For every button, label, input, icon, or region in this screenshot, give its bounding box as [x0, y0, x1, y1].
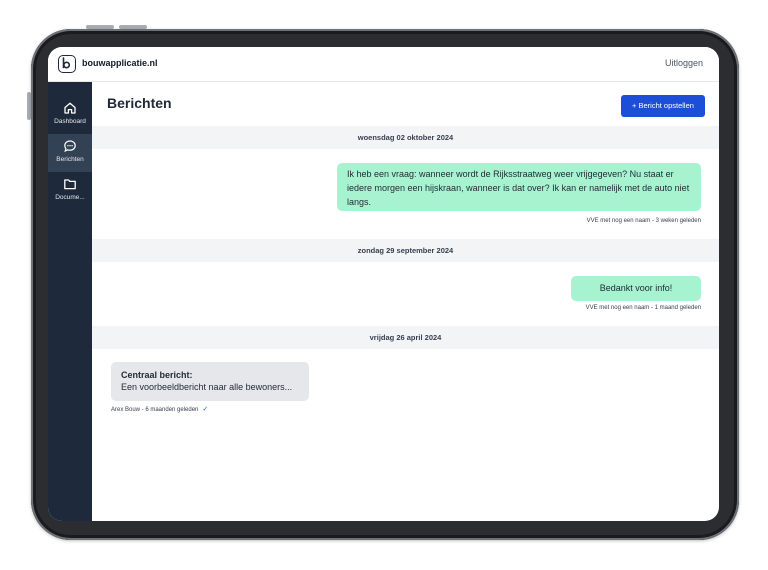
message-meta: VVE met nog een naam - 1 maand geleden [585, 305, 701, 311]
date-separator: vrijdag 26 april 2024 [92, 326, 719, 349]
message-text: Een voorbeeldbericht naar alle bewoners.… [121, 382, 293, 392]
brand-logo-icon[interactable] [58, 55, 76, 73]
message-title: Centraal bericht: [121, 370, 193, 380]
folder-icon [64, 179, 76, 190]
message-meta-text: Arex Bouw - 6 maanden geleden [111, 407, 199, 413]
message-meta: VVE met nog een naam - 3 weken geleden [586, 218, 701, 224]
date-separator: zondag 29 september 2024 [92, 239, 719, 262]
page-title: Berichten [107, 95, 172, 111]
message-text: Bedankt voor info! [599, 283, 673, 293]
sidebar-item-label: Dashboard [54, 118, 86, 125]
brand-name[interactable]: bouwapplicatie.nl [82, 58, 158, 68]
message-bubble[interactable]: Ik heb een vraag: wanneer wordt de Rijks… [337, 163, 701, 211]
sidebar: Dashboard Berichten Docume... [48, 82, 92, 521]
message-bubble[interactable]: Bedankt voor info! [571, 276, 701, 301]
date-separator: woensdag 02 oktober 2024 [92, 126, 719, 149]
compose-message-button[interactable]: + Bericht opstellen [621, 95, 705, 117]
sidebar-item-label: Berichten [56, 156, 84, 163]
sidebar-item-label: Docume... [55, 194, 85, 201]
message-text: Ik heb een vraag: wanneer wordt de Rijks… [347, 169, 690, 207]
sidebar-item-documenten[interactable]: Docume... [48, 172, 92, 210]
read-check-icon: ✓ [202, 406, 209, 413]
app-screen: bouwapplicatie.nl Uitloggen Dashboard Be… [48, 47, 719, 521]
chat-bubble-icon [64, 140, 76, 153]
home-icon [64, 102, 76, 114]
message-meta: Arex Bouw - 6 maanden geleden ✓ [111, 405, 208, 413]
sidebar-item-berichten[interactable]: Berichten [48, 134, 92, 172]
message-bubble[interactable]: Centraal bericht: Een voorbeeldbericht n… [111, 362, 309, 401]
logout-link[interactable]: Uitloggen [665, 58, 703, 68]
top-bar: bouwapplicatie.nl Uitloggen [48, 47, 719, 82]
sidebar-item-dashboard[interactable]: Dashboard [48, 96, 92, 134]
